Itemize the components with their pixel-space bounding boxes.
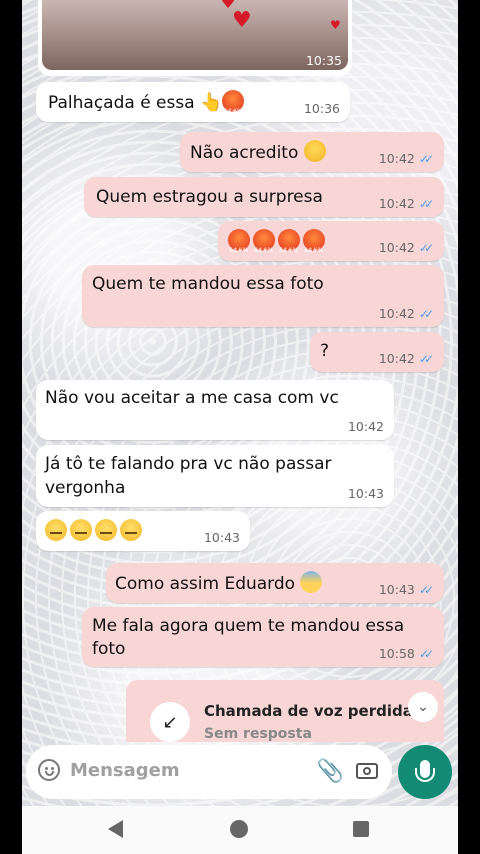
missed-call-message[interactable]: ↙ Chamada de voz perdida Sem resposta ⌄ [126, 680, 444, 742]
message-time: 10:58 [378, 646, 415, 661]
message-text: ? [320, 341, 330, 361]
angry-emoji [278, 229, 300, 263]
message-input[interactable]: Mensagem [70, 760, 180, 781]
chevron-down-icon[interactable]: ⌄ [408, 692, 438, 722]
message-outgoing[interactable]: Como assim Eduardo 10:43 ✓✓ [106, 563, 444, 603]
message-time: 10:42 [378, 306, 415, 321]
mic-button[interactable] [398, 745, 452, 799]
message-time: 10:42 [378, 351, 415, 366]
message-outgoing[interactable]: Quem estragou a surpresa 10:42 ✓✓ [84, 177, 444, 217]
missed-call-icon: ↙ [150, 702, 190, 742]
pointing-emoji: 👆 [200, 92, 223, 113]
message-incoming[interactable]: Já tô te falando pra vc não passar vergo… [36, 445, 394, 507]
photo-message[interactable]: ♥ ♥ ♥ 10:35 [38, 0, 352, 76]
read-ticks-icon: ✓✓ [418, 351, 434, 366]
emoji-row [45, 519, 145, 544]
message-text: Palhaçada é essa [48, 93, 195, 113]
message-time: 10:36 [303, 101, 340, 116]
expressionless-emoji [95, 519, 117, 541]
message-time: 10:42 [347, 419, 384, 434]
nav-home-icon[interactable] [230, 820, 248, 838]
message-incoming[interactable]: 10:43 [36, 511, 250, 551]
message-text-line: foto [92, 639, 126, 659]
message-outgoing[interactable]: 10:42✓✓ [218, 221, 444, 263]
message-outgoing[interactable]: Quem te mandou essa foto 10:42 ✓✓ [82, 265, 444, 327]
message-composer[interactable]: Mensagem 📎 [26, 745, 392, 799]
message-text-line: vergonha [45, 478, 126, 498]
read-ticks-icon: ✓✓ [418, 306, 434, 321]
message-incoming[interactable]: Não vou aceitar a me casa com vc 10:42 [36, 380, 394, 440]
message-outgoing[interactable]: ? 10:42 ✓✓ [310, 332, 444, 372]
angry-emoji [303, 229, 325, 263]
message-time: 10:35 [305, 53, 342, 68]
read-ticks-icon: ✓✓ [418, 646, 434, 661]
message-time: 10:43 [347, 486, 384, 501]
message-incoming[interactable]: Palhaçada é essa 👆 10:36 [36, 82, 350, 124]
emoji-icon[interactable] [38, 759, 60, 781]
heart-icon: ♥ [232, 8, 252, 33]
message-text: Não vou aceitar a me casa com vc [45, 388, 339, 408]
navigation-bar [22, 806, 458, 854]
heart-icon: ♥ [330, 18, 341, 32]
message-time: 10:43 [378, 582, 415, 597]
expressionless-emoji [45, 519, 67, 541]
message-text: Como assim Eduardo [115, 574, 296, 594]
message-text-line: Já tô te falando pra vc não passar [45, 454, 332, 474]
angry-emoji [222, 90, 245, 124]
expressionless-emoji [120, 519, 142, 541]
anxious-emoji [300, 571, 323, 593]
message-time: 10:42 [378, 240, 415, 255]
missed-call-title: Chamada de voz perdida [204, 702, 413, 720]
message-outgoing[interactable]: Me fala agora quem te mandou essa foto 1… [82, 607, 444, 667]
photo-image[interactable]: ♥ ♥ ♥ [42, 0, 348, 70]
message-text-line: Me fala agora quem te mandou essa [92, 616, 405, 636]
camera-icon[interactable] [356, 763, 378, 779]
astonished-emoji [303, 140, 326, 162]
angry-emoji [253, 229, 275, 263]
read-ticks-icon: ✓✓ [418, 151, 434, 166]
nav-back-icon[interactable] [108, 820, 123, 838]
message-outgoing[interactable]: Não acredito 10:42 ✓✓ [180, 132, 444, 172]
message-text: Não acredito [190, 143, 299, 163]
read-ticks-icon: ✓✓ [418, 582, 434, 597]
message-text: Quem te mandou essa foto [92, 274, 324, 294]
nav-recents-icon[interactable] [353, 821, 369, 837]
attach-icon[interactable]: 📎 [317, 759, 344, 784]
message-time: 10:43 [203, 530, 240, 545]
missed-call-subtitle: Sem resposta [204, 726, 312, 742]
expressionless-emoji [70, 519, 92, 541]
message-time: 10:42 [378, 151, 415, 166]
mic-icon [415, 760, 435, 782]
read-ticks-icon: ✓✓ [418, 196, 434, 211]
read-ticks-icon: ✓✓ [418, 240, 434, 255]
angry-emoji [228, 229, 250, 263]
message-text: Quem estragou a surpresa [96, 187, 323, 207]
emoji-row [228, 229, 328, 263]
message-time: 10:42 [378, 196, 415, 211]
